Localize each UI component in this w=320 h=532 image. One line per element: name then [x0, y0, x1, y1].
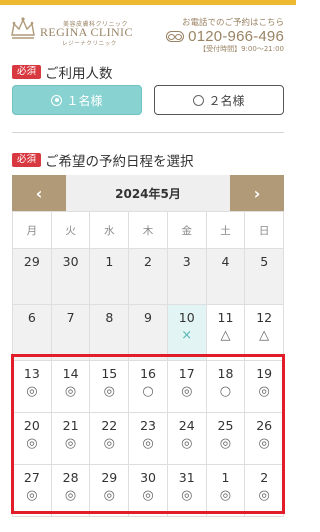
weekday-thu: 木 [129, 212, 168, 249]
cross-icon: × [181, 328, 193, 343]
day-number: 12 [256, 310, 273, 325]
brand-kana: レジーナクリニック [62, 41, 117, 47]
day-number: 1 [105, 254, 114, 269]
day-number: 29 [23, 254, 40, 269]
calendar-day-cell: 5 [245, 249, 285, 305]
weekday-wed: 水 [90, 212, 130, 249]
phone-hours: 【受付時間】9:00〜21:00 [199, 45, 284, 53]
month-label: 2024年5月 [115, 186, 181, 201]
day-number: 7 [66, 310, 75, 325]
day-number: 10 [178, 310, 195, 325]
people-option-label: １名様 [66, 93, 103, 108]
calendar-week-row: 29 30 1 2 3 4 5 [13, 249, 285, 305]
day-number: 5 [260, 254, 269, 269]
triangle-icon: △ [259, 328, 270, 343]
calendar-day-cell: 1 [90, 249, 130, 305]
people-option-label: ２名様 [208, 93, 245, 108]
weekday-sun: 日 [245, 212, 285, 249]
required-badge: 必須 [12, 152, 42, 168]
day-number: 11 [217, 310, 234, 325]
people-option-1[interactable]: １名様 [12, 85, 142, 115]
calendar-day-cell: 30 [51, 249, 91, 305]
calendar-day-cell: 3 [167, 249, 207, 305]
calendar-day-cell: 10 × [167, 305, 207, 361]
freedial-icon [166, 30, 185, 42]
radio-selected-icon [51, 94, 63, 106]
chevron-left-icon: ‹ [35, 183, 43, 203]
triangle-icon: △ [220, 328, 231, 343]
day-number: 6 [27, 310, 36, 325]
available-dates-highlight [11, 354, 285, 514]
calendar-day-cell: 7 [51, 305, 91, 361]
calendar-day-cell: 2 [129, 249, 168, 305]
calendar-day-cell: 8 [90, 305, 130, 361]
calendar-nav: ‹ 2024年5月 › [12, 175, 284, 211]
schedule-section-header: 必須 ご希望の予約日程を選択 [12, 150, 194, 170]
day-number: 9 [144, 310, 152, 325]
prev-month-button[interactable]: ‹ [12, 175, 66, 211]
phone-caption: お電話でのご予約はこちら [181, 18, 284, 28]
brand-name[interactable]: REGINA CLINIC [40, 25, 133, 40]
weekday-header-row: 月 火 水 木 金 土 日 [13, 212, 285, 249]
calendar-day-cell: 29 [13, 249, 52, 305]
required-badge: 必須 [12, 64, 42, 80]
calendar-day-cell: 6 [13, 305, 52, 361]
day-number: 8 [105, 310, 114, 325]
calendar-week-row: 6 7 8 9 10 × 11 △ 12 △ [13, 305, 285, 361]
schedule-section-title: ご希望の予約日程を選択 [45, 154, 194, 170]
calendar-day-cell[interactable]: 11 △ [206, 305, 246, 361]
weekday-mon: 月 [13, 212, 52, 249]
weekday-tue: 火 [51, 212, 91, 249]
people-section-title: ご利用人数 [45, 66, 113, 82]
crown-logo-icon[interactable] [9, 15, 37, 41]
phone-link[interactable]: 0120-966-496 [166, 28, 284, 45]
calendar-day-cell: 4 [206, 249, 246, 305]
day-number: 2 [144, 254, 152, 269]
day-number: 3 [182, 254, 191, 269]
section-divider [12, 132, 284, 133]
calendar-day-cell[interactable]: 12 △ [245, 305, 285, 361]
day-number: 30 [62, 254, 79, 269]
day-number: 4 [221, 254, 230, 269]
people-section-header: 必須 ご利用人数 [12, 62, 113, 82]
chevron-right-icon: › [253, 183, 261, 203]
radio-unselected-icon [193, 94, 205, 106]
next-month-button[interactable]: › [230, 175, 284, 211]
weekday-fri: 金 [167, 212, 207, 249]
people-option-2[interactable]: ２名様 [154, 85, 284, 115]
calendar-day-cell: 9 [129, 305, 168, 361]
site-header: 美容皮膚科クリニック REGINA CLINIC レジーナクリニック お電話での… [0, 5, 296, 53]
weekday-sat: 土 [206, 212, 246, 249]
phone-number[interactable]: 0120-966-496 [188, 28, 284, 45]
